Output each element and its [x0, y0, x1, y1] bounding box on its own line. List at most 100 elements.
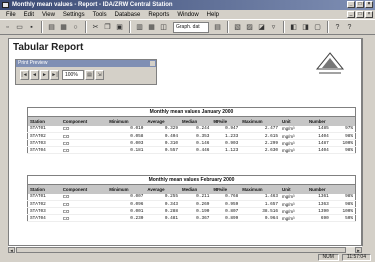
doc-close-button[interactable]: ×	[365, 11, 373, 18]
cell: mg/m³	[280, 132, 307, 140]
app-window: Monthly mean values - Report - IDA/ZRW C…	[0, 0, 375, 262]
cell: 0.288	[145, 207, 181, 215]
cell: 1487	[306, 139, 331, 147]
cell: 0.058	[107, 132, 146, 140]
last-page-button[interactable]: ►|	[50, 70, 59, 80]
print-button-icon[interactable]: ▤	[85, 70, 94, 80]
cell: mg/m³	[280, 139, 307, 147]
cell: 0.446	[180, 146, 212, 154]
table-row: STAT02 CO 0.096 0.343 0.269 0.959 1.657 …	[27, 200, 356, 208]
cell: 0.557	[145, 146, 181, 154]
cell: 100%	[330, 207, 356, 215]
cell: 98%	[330, 193, 356, 201]
map-icon[interactable]: ◫	[158, 21, 169, 33]
cell: STAT04	[27, 146, 61, 154]
chart-icon[interactable]: ▥	[134, 21, 145, 33]
col-average: Average	[145, 184, 181, 194]
paste-icon[interactable]: ▣	[114, 21, 125, 33]
menu-tools[interactable]: Tools	[89, 12, 111, 18]
cell: 0.959	[211, 200, 241, 208]
cell: STAT02	[27, 132, 61, 140]
cell: 100%	[330, 139, 356, 147]
close-button[interactable]: ×	[365, 1, 373, 8]
cell: 0.343	[145, 200, 181, 208]
view-selector[interactable]: Graph. dat	[173, 21, 209, 33]
toolbar-separator	[129, 21, 131, 33]
open-folder-icon[interactable]: ▭	[14, 21, 25, 33]
filter-icon[interactable]: ▿	[268, 21, 279, 33]
menu-edit[interactable]: Edit	[20, 12, 38, 18]
cell: 0.181	[107, 146, 146, 154]
window-title: Monthly mean values - Report - IDA/ZRW C…	[12, 2, 173, 8]
cell: 0.001	[107, 207, 146, 215]
report-document: Tabular Report Print Preview |◄ ◄ ► ►| 1…	[8, 38, 362, 246]
cut-icon[interactable]: ✂	[90, 21, 101, 33]
horizontal-scrollbar[interactable]: ◄ ►	[8, 246, 362, 253]
col-component: Component	[60, 116, 108, 126]
toolbar-separator	[283, 21, 285, 33]
february-table: Monthly mean values February 2000 Statio…	[27, 175, 356, 222]
vertical-scrollbar[interactable]	[362, 38, 369, 246]
col-minimum: Minimum	[107, 184, 146, 194]
cell: 1.233	[211, 132, 241, 140]
table-row: STAT03 CO 0.003 0.310 0.146 0.903 2.299 …	[27, 139, 356, 147]
preview-toolbar: |◄ ◄ ► ►| 100% ▤ ⇲	[16, 67, 156, 83]
export-icon[interactable]: ▨	[244, 21, 255, 33]
find-icon[interactable]: ○	[70, 21, 81, 33]
cell: 0.404	[145, 132, 181, 140]
status-bar: NUM 11:57:04	[0, 253, 375, 262]
preview-title: Print Preview	[18, 60, 48, 66]
cell: mg/m³	[280, 146, 307, 154]
cell: 0.255	[145, 193, 181, 201]
cell: 0.353	[180, 132, 212, 140]
window-icon[interactable]: ▢	[312, 21, 323, 33]
print-icon[interactable]: ▤	[46, 21, 57, 33]
cell: 0.310	[145, 139, 181, 147]
menu-window[interactable]: Window	[173, 12, 202, 18]
doc-restore-button[interactable]: □	[356, 11, 364, 18]
info-icon[interactable]: ?	[332, 21, 343, 33]
help-icon[interactable]: ?	[344, 21, 355, 33]
menu-help[interactable]: Help	[203, 12, 223, 18]
print-preview-icon[interactable]: ▦	[58, 21, 69, 33]
calc-icon[interactable]: ◧	[288, 21, 299, 33]
first-page-button[interactable]: |◄	[20, 70, 29, 80]
toolbar-separator	[327, 21, 329, 33]
menu-reports[interactable]: Reports	[144, 12, 173, 18]
maximize-button[interactable]: □	[356, 1, 364, 8]
document-controls: _ □ ×	[347, 11, 373, 18]
doc-minimize-button[interactable]: _	[347, 11, 355, 18]
table-caption: Monthly mean values February 2000	[27, 175, 356, 184]
menu-settings[interactable]: Settings	[59, 12, 89, 18]
report-icon[interactable]: ▧	[232, 21, 243, 33]
next-page-button[interactable]: ►	[40, 70, 49, 80]
toolbar-separator	[227, 21, 229, 33]
preview-close-icon[interactable]	[150, 61, 155, 66]
copy-icon[interactable]: ❐	[102, 21, 113, 33]
table-header-row: Station Component Minimum Average Median…	[27, 184, 356, 194]
menu-view[interactable]: View	[38, 12, 59, 18]
window-controls: _ □ ×	[347, 1, 373, 8]
menu-database[interactable]: Database	[111, 12, 145, 18]
cell: 2.299	[240, 139, 281, 147]
table-icon[interactable]: ▦	[146, 21, 157, 33]
settings-icon[interactable]: ◨	[300, 21, 311, 33]
cell: CO	[60, 200, 108, 208]
save-icon[interactable]: ▪	[26, 21, 37, 33]
status-time: 11:57:04	[341, 254, 371, 261]
cell: 0.964	[240, 214, 281, 222]
minimize-button[interactable]: _	[347, 1, 355, 8]
col-station: Station	[27, 184, 61, 194]
col-maximum: Maximum	[240, 116, 281, 126]
layout-icon[interactable]: ▤	[212, 21, 223, 33]
graph-icon[interactable]: ◪	[256, 21, 267, 33]
col-98percentile: 98%ile	[211, 184, 241, 194]
new-file-icon[interactable]: ▫	[2, 21, 13, 33]
export-button-icon[interactable]: ⇲	[95, 70, 104, 80]
col-median: Median	[180, 116, 212, 126]
zoom-select[interactable]: 100%	[62, 70, 84, 80]
cell: 0.481	[145, 214, 181, 222]
cell: 0.269	[180, 200, 212, 208]
prev-page-button[interactable]: ◄	[30, 70, 39, 80]
menu-file[interactable]: File	[2, 12, 20, 18]
